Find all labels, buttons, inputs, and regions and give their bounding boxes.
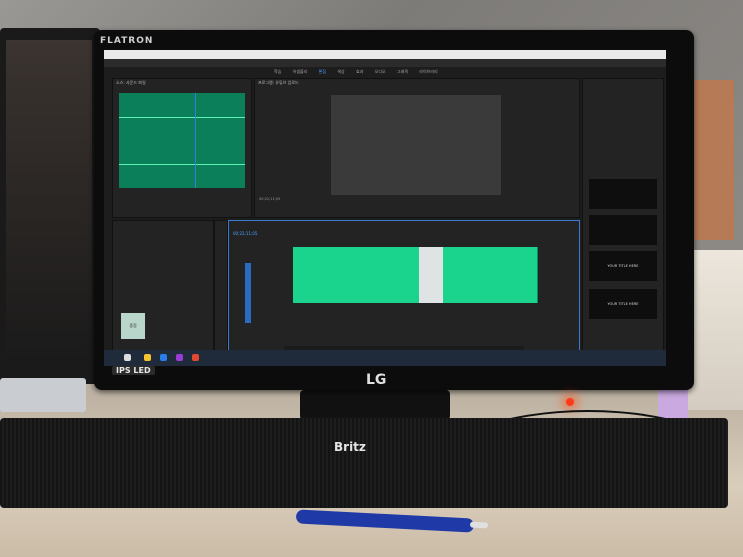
program-title: 프로그램: 유튜브 업로드 [258,80,299,85]
essential-graphics-panel: YOUR TITLE HERE YOUR TITLE HERE [582,78,664,360]
red-led-light [566,398,574,406]
timeline-ruler[interactable] [293,237,575,243]
tools-panel [214,220,228,360]
workspace-tab[interactable]: 어셈블리 [293,67,308,77]
speaker-brand: Britz [334,440,366,454]
windows-taskbar [104,350,666,366]
pen-tip [469,521,489,529]
waveform-line [119,164,245,165]
audio-clip[interactable] [443,247,490,303]
lg-logo: LG [366,372,387,388]
workspace-tab[interactable]: 효과 [356,67,363,77]
project-panel: 중첩 [112,220,214,360]
audio-clip[interactable] [333,247,369,303]
title-template[interactable]: YOUR TITLE HERE [589,289,657,319]
app-icon[interactable] [192,354,199,361]
program-monitor-panel: 프로그램: 유튜브 업로드 00;22;11;05 [254,78,580,218]
template-thumbnail[interactable] [589,215,657,245]
template-thumbnail[interactable] [589,179,657,209]
program-timecode: 00;22;11;05 [259,197,281,201]
monitor-brand: FLATRON [100,36,154,46]
nested-sequence-thumb[interactable]: 중첩 [121,313,145,339]
workspace-tab[interactable]: 그래픽 [397,67,408,77]
folder-icon[interactable] [144,354,151,361]
audio-waveform [119,93,245,188]
program-preview [331,95,501,195]
laptop [0,378,86,412]
monitor-screen: 학습 어셈블리 편집 색상 효과 오디오 그래픽 라이브러리 소스: 사운드 파… [104,50,666,366]
browser-icon[interactable] [160,354,167,361]
workspace-tab[interactable]: 라이브러리 [419,67,437,77]
app-menubar [104,59,666,67]
second-monitor-screen [6,40,92,365]
start-icon[interactable] [124,354,131,361]
workspace-bar: 학습 어셈블리 편집 색상 효과 오디오 그래픽 라이브러리 [274,67,514,77]
selected-clip[interactable] [419,247,444,303]
workspace-tab[interactable]: 학습 [274,67,281,77]
audio-clip[interactable] [403,247,420,303]
audio-meter [245,263,251,323]
monitor-stand [300,390,450,420]
workspace-tab[interactable]: 오디오 [375,67,386,77]
audio-track[interactable] [293,247,538,303]
soundbar [0,418,728,508]
track-headers [233,247,291,327]
timeline-panel: 00;22;11;05 [228,220,580,360]
audio-clip[interactable] [293,247,334,303]
workspace-tab[interactable]: 색상 [337,67,344,77]
premiere-icon[interactable] [176,354,183,361]
workspace-tab-active[interactable]: 편집 [319,67,326,77]
audio-clip[interactable] [368,247,404,303]
timeline-timecode: 00;22;11;05 [233,231,258,236]
source-title: 소스: 사운드 파일 [116,80,146,85]
app-titlebar [104,50,666,59]
source-monitor-panel: 소스: 사운드 파일 [112,78,252,218]
panel-badge: IPS LED [112,366,155,375]
waveform-line [119,117,245,118]
title-template[interactable]: YOUR TITLE HERE [589,251,657,281]
playhead [195,93,196,188]
audio-clip[interactable] [489,247,538,303]
